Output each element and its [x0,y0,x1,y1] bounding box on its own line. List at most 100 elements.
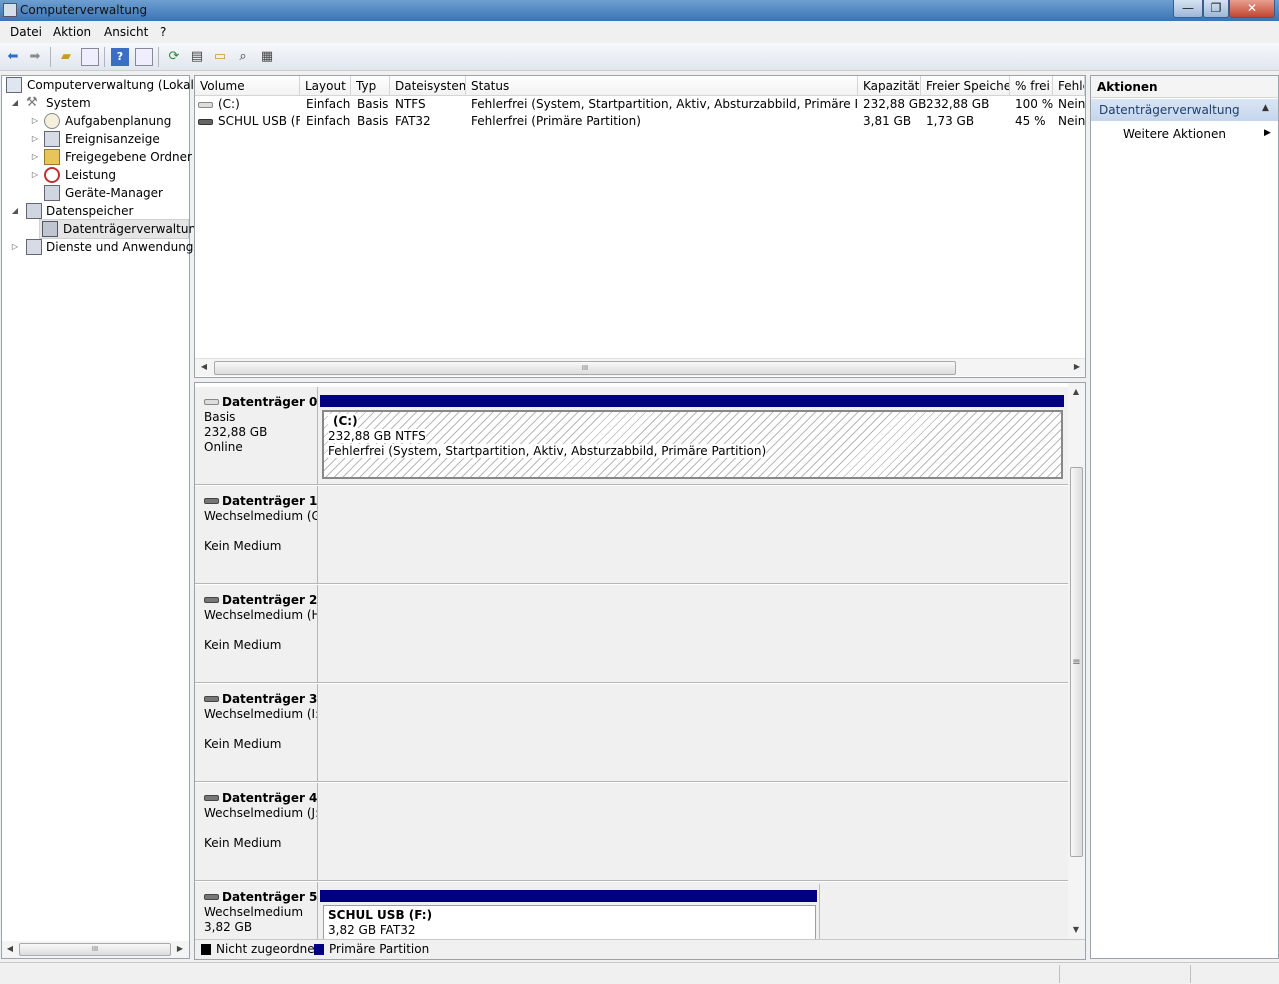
scroll-left-arrow[interactable]: ◀ [2,941,18,957]
column-fehler[interactable]: Fehle [1053,76,1085,96]
help-icon[interactable]: ? [111,48,129,66]
disk-partition-area: (C:) 232,88 GB NTFS Fehlerfrei (System, … [319,387,1070,484]
open-icon[interactable]: ▭ [211,48,229,66]
menu-ansicht[interactable]: Ansicht [104,25,148,39]
column-prozent-frei[interactable]: % frei [1010,76,1053,96]
disk-size: 232,88 GB [204,425,268,439]
column-freier-speicher[interactable]: Freier Speicher [921,76,1010,96]
expand-icon[interactable]: ▷ [30,166,40,184]
settings-icon[interactable]: ▦ [258,48,276,66]
expand-icon[interactable]: ▷ [30,112,40,130]
expand-icon[interactable]: ▷ [30,148,40,166]
disk-name: Datenträger 3 [222,692,318,706]
disk-info: Datenträger 5 Wechselmedium 3,82 GB [195,882,318,939]
close-button[interactable]: ✕ [1229,0,1275,18]
collapse-icon[interactable]: ◢ [10,94,20,112]
disk-vertical-scrollbar[interactable]: ▲ ≡ ▼ [1068,383,1085,939]
collapse-icon[interactable]: ◢ [10,202,20,220]
disk-partition-area: SCHUL USB (F:) 3,82 GB FAT32 [319,882,1070,945]
disk-type: Basis [204,410,236,424]
disk-row[interactable]: Datenträger 1 Wechselmedium (G: Kein Med… [195,486,1070,584]
refresh-icon[interactable]: ⟳ [165,48,183,66]
drive-icon [198,102,213,108]
list-horizontal-scrollbar[interactable]: ◀ III ▶ [195,358,1085,376]
disk-type: Wechselmedium (J:) [204,806,318,820]
clock-icon [44,113,60,129]
legend-primary-swatch [314,944,324,955]
show-tree-icon[interactable] [81,48,99,66]
up-folder-icon[interactable]: ▰ [57,48,75,66]
scroll-right-arrow[interactable]: ▶ [1069,359,1085,375]
expand-icon[interactable]: ▷ [30,130,40,148]
column-status[interactable]: Status [466,76,858,96]
menu-aktion[interactable]: Aktion [53,25,91,39]
disk-info: Datenträger 2 Wechselmedium (H: Kein Med… [195,585,318,682]
column-dateisystem[interactable]: Dateisystem [390,76,466,96]
partition-c[interactable]: (C:) 232,88 GB NTFS Fehlerfrei (System, … [322,410,1063,479]
disk-partition-area [319,684,1070,781]
partition-divider [819,884,820,944]
actions-section-datentraegerverwaltung[interactable]: Datenträgerverwaltung ▲ [1091,99,1278,121]
scroll-up-arrow[interactable]: ▲ [1068,384,1084,400]
disk-state: Online [204,440,243,454]
disk-partition-area [319,585,1070,682]
navigation-tree: Computerverwaltung (Lokal) ◢ ⚒ System ▷ … [1,75,208,959]
disk-type: Wechselmedium [204,905,304,919]
title-bar: Computerverwaltung — ❐ ✕ [0,0,1279,21]
scroll-left-arrow[interactable]: ◀ [196,359,212,375]
forward-icon[interactable]: ➡ [26,48,44,66]
menu-help[interactable]: ? [160,25,166,39]
action-weitere-aktionen[interactable]: Weitere Aktionen ▶ [1091,125,1278,145]
disk-size: 3,82 GB [204,920,253,934]
app-icon [3,3,17,17]
column-layout[interactable]: Layout [300,76,351,96]
menu-datei[interactable]: Datei [10,25,42,39]
device-manager-icon [44,185,60,201]
expand-icon[interactable]: ▷ [10,238,20,256]
column-typ[interactable]: Typ [351,76,390,96]
column-kapazitaet[interactable]: Kapazität [858,76,921,96]
status-divider [1059,965,1060,983]
primary-partition-bar [320,890,817,902]
disk-name: Datenträger 4 [222,791,318,805]
actions-section-label: Datenträgerverwaltung [1099,103,1240,117]
scroll-thumb[interactable]: ≡ [1070,467,1083,857]
window-title: Computerverwaltung [20,3,148,17]
toolbar-separator [50,47,51,67]
primary-partition-bar [320,395,1064,407]
partition-size: 232,88 GB NTFS [328,429,426,443]
disk-type: Wechselmedium (H: [204,608,318,622]
properties-icon[interactable]: ▤ [188,48,206,66]
disk-info: Datenträger 1 Wechselmedium (G: Kein Med… [195,486,318,583]
tree-horizontal-scrollbar[interactable]: ◀ III ▶ [2,941,189,958]
show-action-pane-icon[interactable] [135,48,153,66]
minimize-button[interactable]: — [1173,0,1203,18]
toolbar-separator [158,47,159,67]
column-volume[interactable]: Volume [195,76,300,96]
removable-disk-icon [204,795,219,801]
restore-button[interactable]: ❐ [1203,0,1229,18]
disk-row[interactable]: Datenträger 4 Wechselmedium (J:) Kein Me… [195,783,1070,881]
disk-row[interactable]: Datenträger 3 Wechselmedium (I:) Kein Me… [195,684,1070,782]
disk-row[interactable]: Datenträger 2 Wechselmedium (H: Kein Med… [195,585,1070,683]
rescan-icon[interactable]: ⌕ [234,48,252,66]
performance-icon [44,167,60,183]
disk-state: Kein Medium [204,836,282,850]
table-row[interactable]: SCHUL USB (F:) Einfach Basis FAT32 Fehle… [195,113,1085,130]
tree-item-datentraegerverwaltung[interactable]: Datenträgerverwaltung [39,219,204,239]
collapse-section-icon[interactable]: ▲ [1262,103,1269,113]
scroll-down-arrow[interactable]: ▼ [1068,922,1084,938]
disk-row[interactable]: Datenträger 5 Wechselmedium 3,82 GB SCHU… [195,882,1070,945]
disk-size [204,623,317,638]
menu-bar: Datei Aktion Ansicht ? [0,21,1279,43]
table-row[interactable]: (C:) Einfach Basis NTFS Fehlerfrei (Syst… [195,96,1085,113]
scroll-thumb[interactable]: III [19,943,171,956]
scroll-thumb[interactable]: III [214,361,956,375]
disk-row[interactable]: Datenträger 0 Basis 232,88 GB Online (C:… [195,387,1070,485]
disk-type: Wechselmedium (I:) [204,707,318,721]
back-icon[interactable]: ⬅ [4,48,22,66]
partition-title: (C:) [328,414,358,429]
storage-icon [26,203,42,219]
scroll-right-arrow[interactable]: ▶ [172,941,188,957]
disk-name: Datenträger 2 [222,593,318,607]
